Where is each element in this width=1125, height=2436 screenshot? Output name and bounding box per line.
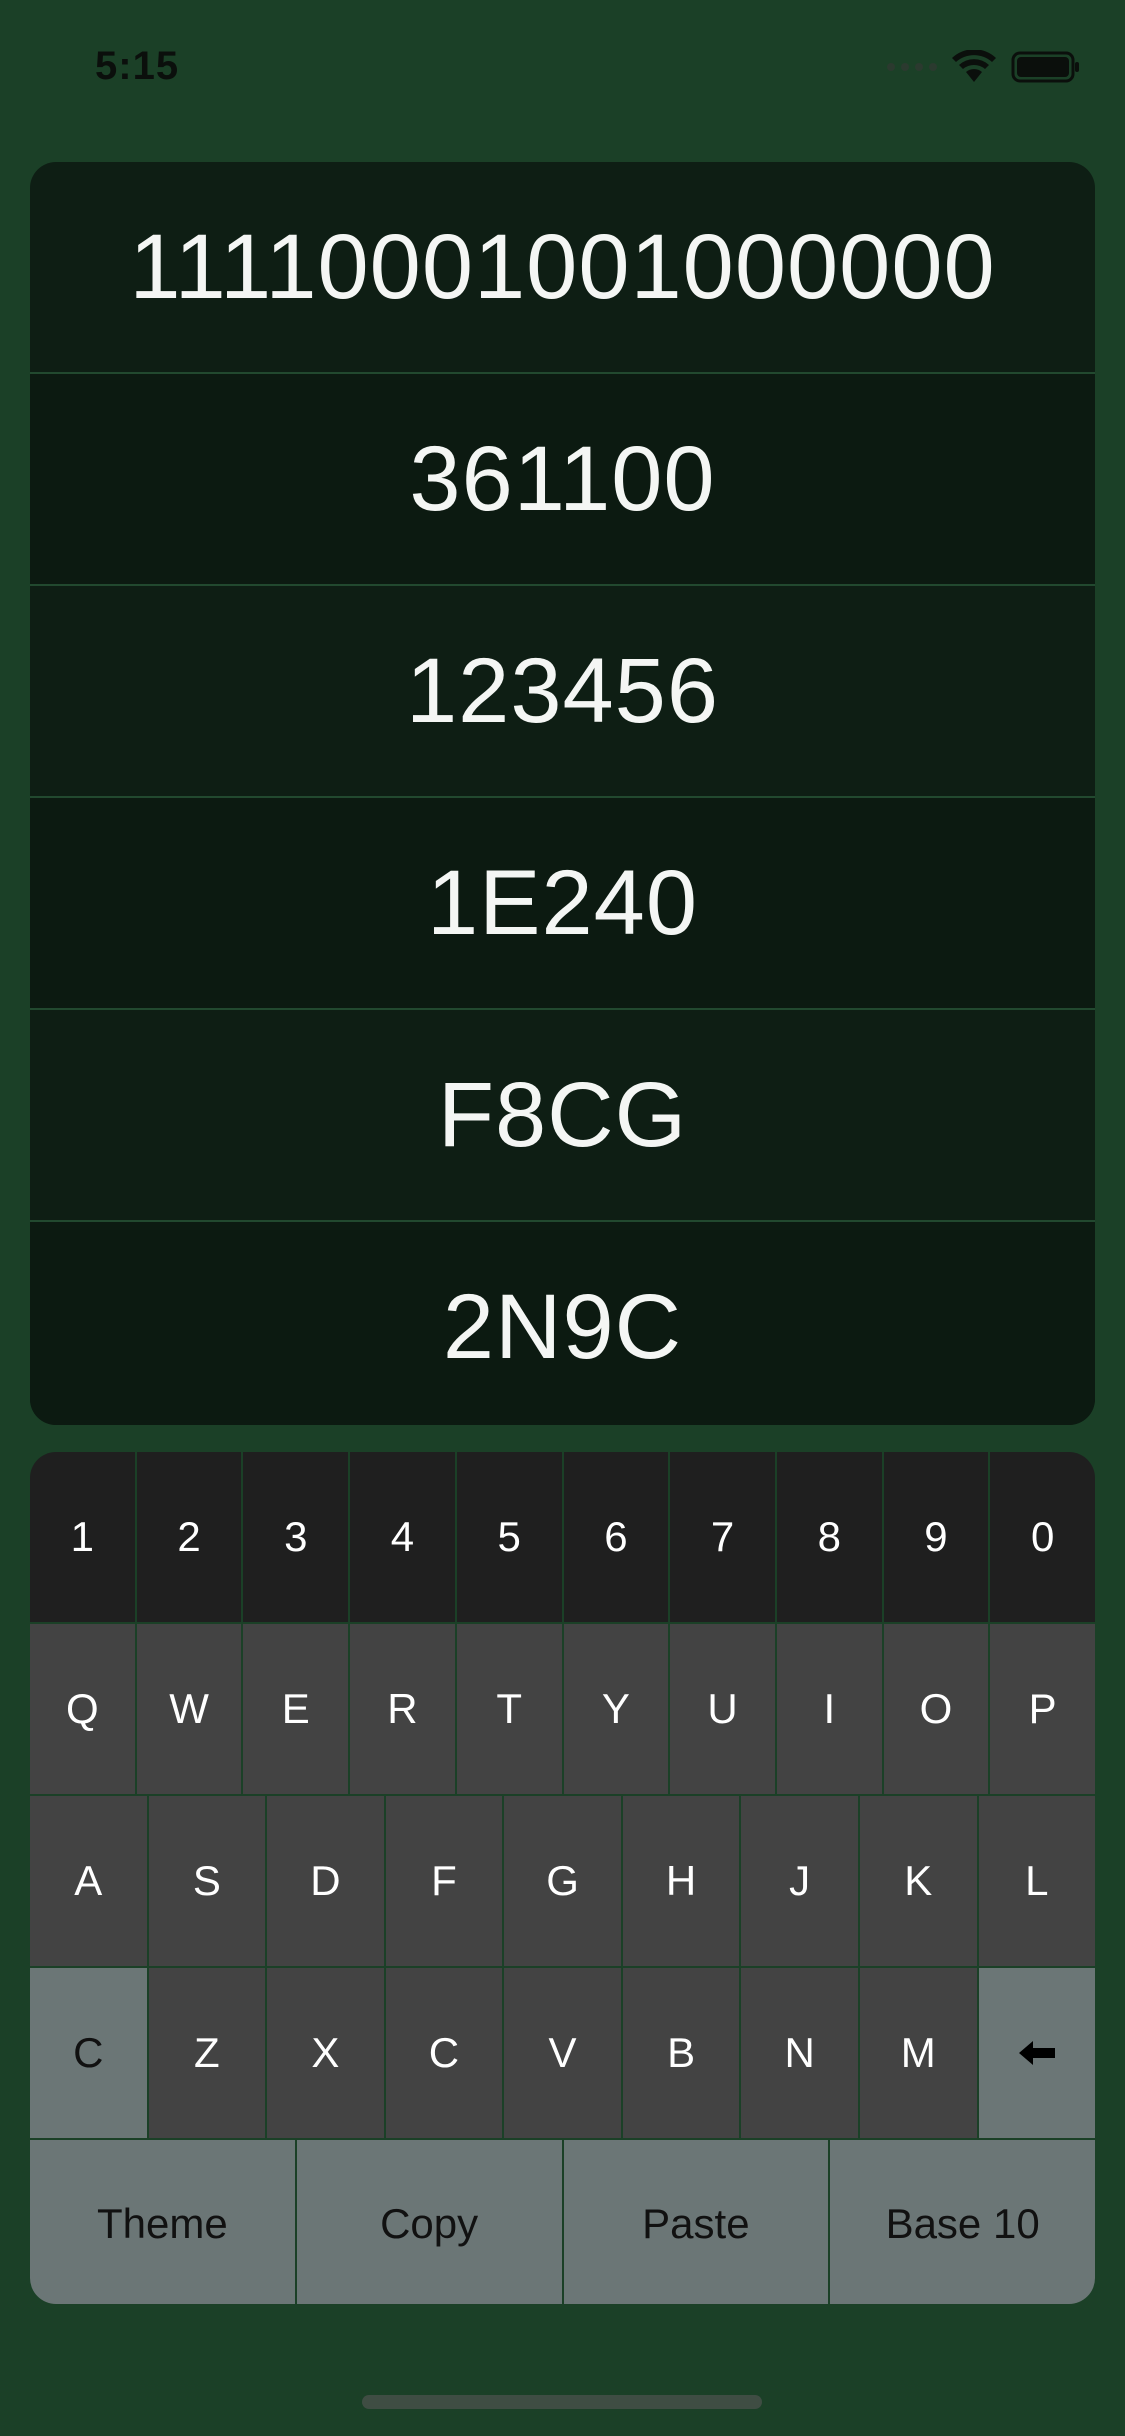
conversion-display: 11110001001000000 361100 123456 1E240 F8… (30, 162, 1095, 1425)
status-bar: 5:15 (0, 0, 1125, 140)
key-o[interactable]: O (883, 1624, 991, 1794)
key-h[interactable]: H (622, 1796, 742, 1966)
key-d[interactable]: D (267, 1796, 386, 1966)
keyboard: 1 2 3 4 5 6 7 8 9 0 Q W E R T Y U I O P … (30, 1452, 1095, 2304)
key-u[interactable]: U (670, 1624, 777, 1794)
key-p[interactable]: P (990, 1624, 1095, 1794)
key-5[interactable]: 5 (456, 1452, 564, 1622)
letter-row-q: Q W E R T Y U I O P (30, 1624, 1095, 1796)
decimal-value[interactable]: 123456 (30, 586, 1095, 798)
key-0[interactable]: 0 (990, 1452, 1095, 1622)
key-2[interactable]: 2 (136, 1452, 244, 1622)
base-20-value[interactable]: F8CG (30, 1010, 1095, 1222)
key-e[interactable]: E (243, 1624, 351, 1794)
letter-row-a: A S D F G H J K L (30, 1796, 1095, 1968)
key-z[interactable]: Z (148, 1968, 268, 2138)
home-indicator (362, 2395, 762, 2409)
key-g[interactable]: G (504, 1796, 623, 1966)
key-f[interactable]: F (385, 1796, 505, 1966)
octal-value[interactable]: 361100 (30, 374, 1095, 586)
key-8[interactable]: 8 (776, 1452, 884, 1622)
key-1[interactable]: 1 (30, 1452, 137, 1622)
action-row: Theme Copy Paste Base 10 (30, 2140, 1095, 2304)
key-6[interactable]: 6 (563, 1452, 671, 1622)
status-time: 5:15 (95, 44, 180, 88)
key-r[interactable]: R (350, 1624, 457, 1794)
key-3[interactable]: 3 (243, 1452, 351, 1622)
paste-button[interactable]: Paste (563, 2140, 831, 2304)
key-x[interactable]: X (267, 1968, 386, 2138)
arrow-left-icon (1018, 2041, 1055, 2065)
key-t[interactable]: T (456, 1624, 564, 1794)
status-icons (887, 50, 1081, 84)
key-7[interactable]: 7 (670, 1452, 777, 1622)
binary-value[interactable]: 11110001001000000 (30, 162, 1095, 374)
key-m[interactable]: M (859, 1968, 979, 2138)
key-q[interactable]: Q (30, 1624, 137, 1794)
key-4[interactable]: 4 (350, 1452, 457, 1622)
letter-row-z: C Z X C V B N M (30, 1968, 1095, 2140)
wifi-icon (952, 50, 996, 82)
key-v[interactable]: V (504, 1968, 623, 2138)
battery-icon (1011, 51, 1079, 83)
key-9[interactable]: 9 (883, 1452, 991, 1622)
number-row: 1 2 3 4 5 6 7 8 9 0 (30, 1452, 1095, 1624)
key-n[interactable]: N (741, 1968, 860, 2138)
backspace-button[interactable] (978, 1968, 1095, 2138)
key-l[interactable]: L (978, 1796, 1095, 1966)
theme-button[interactable]: Theme (30, 2140, 297, 2304)
key-j[interactable]: J (741, 1796, 860, 1966)
key-s[interactable]: S (148, 1796, 268, 1966)
key-i[interactable]: I (776, 1624, 884, 1794)
key-y[interactable]: Y (563, 1624, 671, 1794)
cellular-signal-icon (887, 63, 937, 71)
base-36-value[interactable]: 2N9C (30, 1222, 1095, 1425)
key-a[interactable]: A (30, 1796, 149, 1966)
clear-button[interactable]: C (30, 1968, 149, 2138)
base-button[interactable]: Base 10 (830, 2140, 1095, 2304)
hexadecimal-value[interactable]: 1E240 (30, 798, 1095, 1010)
key-w[interactable]: W (136, 1624, 244, 1794)
copy-button[interactable]: Copy (296, 2140, 564, 2304)
key-b[interactable]: B (622, 1968, 742, 2138)
key-k[interactable]: K (859, 1796, 979, 1966)
key-c[interactable]: C (385, 1968, 505, 2138)
